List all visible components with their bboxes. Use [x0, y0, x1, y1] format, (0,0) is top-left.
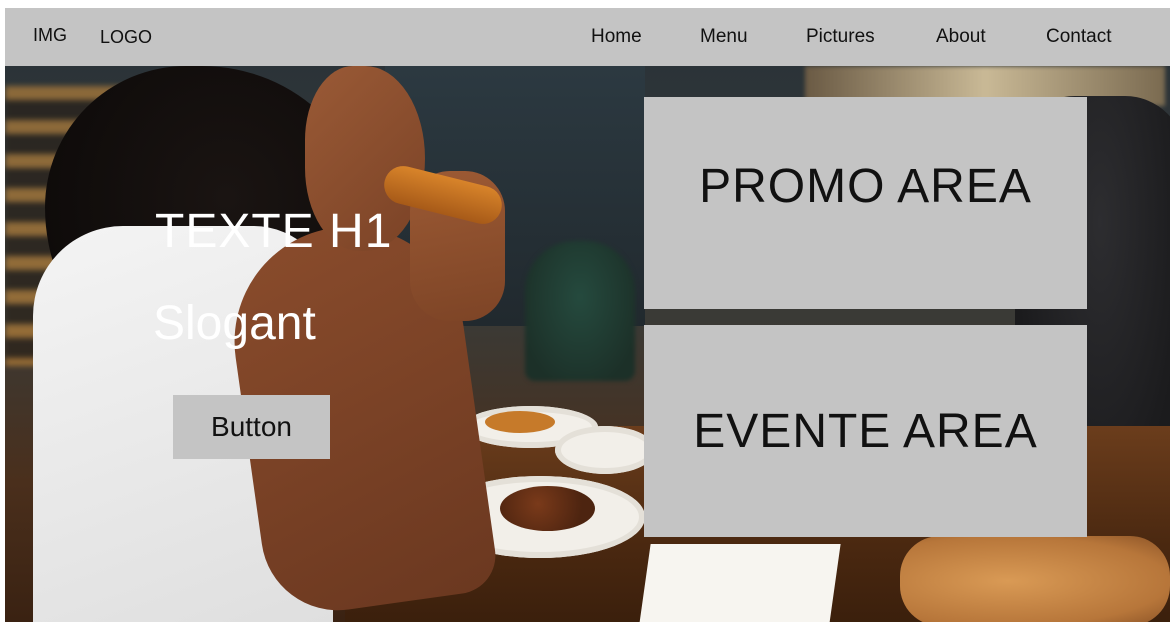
photo-serving-tray [639, 544, 841, 622]
wireframe-frame: IMG LOGO Home Menu Pictures About Contac… [5, 8, 1170, 622]
photo-cookies [900, 536, 1170, 622]
promo-area[interactable]: PROMO AREA [644, 97, 1087, 309]
photo-food [500, 486, 595, 531]
page: IMG LOGO Home Menu Pictures About Contac… [0, 0, 1175, 627]
photo-plate [555, 426, 655, 474]
nav-link-pictures[interactable]: Pictures [806, 8, 875, 66]
brand-logo-placeholder[interactable]: LOGO [100, 8, 152, 66]
photo-food [485, 411, 555, 433]
nav-link-menu[interactable]: Menu [700, 8, 748, 66]
hero-section: TEXTE H1 Slogant Button PROMO AREA EVENT… [5, 66, 1170, 622]
photo-background-diner [525, 241, 635, 381]
hero-cta-button[interactable]: Button [173, 395, 330, 459]
nav-link-about[interactable]: About [936, 8, 986, 66]
event-area-label: EVENTE AREA [693, 404, 1038, 458]
promo-area-label: PROMO AREA [699, 159, 1032, 213]
top-navbar: IMG LOGO Home Menu Pictures About Contac… [5, 8, 1170, 66]
hero-title: TEXTE H1 [155, 205, 393, 258]
hero-slogan: Slogant [153, 297, 316, 350]
nav-link-home[interactable]: Home [591, 8, 642, 66]
brand-image-placeholder[interactable]: IMG [33, 8, 67, 64]
nav-link-contact[interactable]: Contact [1046, 8, 1111, 66]
event-area[interactable]: EVENTE AREA [644, 325, 1087, 537]
